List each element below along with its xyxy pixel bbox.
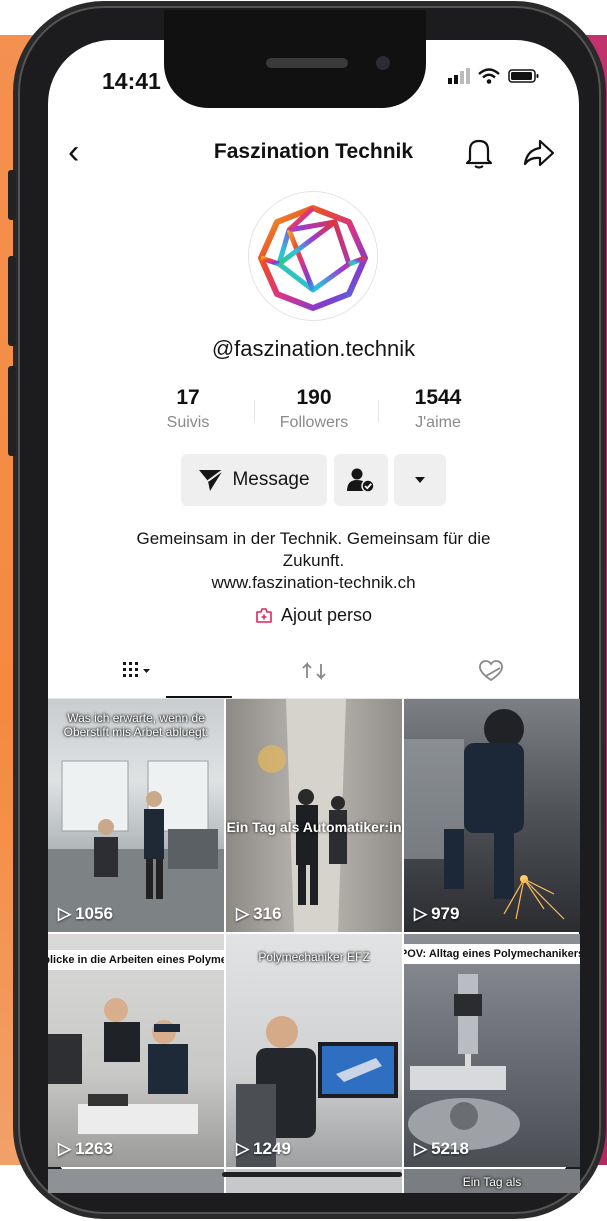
repost-icon	[301, 661, 326, 681]
video-caption: POV: Alltag eines Polymechanikers	[404, 944, 580, 964]
speaker-grille	[266, 58, 348, 68]
play-icon: ▷	[236, 1139, 250, 1158]
ajout-perso-label: Ajout perso	[280, 605, 373, 625]
tab-videos[interactable]	[48, 658, 225, 689]
view-count: ▷ 1249	[236, 1139, 291, 1159]
view-count: ▷ 5218	[414, 1139, 469, 1159]
video-caption: Ein Tag als Automatiker:in	[226, 819, 402, 835]
video-caption: Einblicke in die Arbeiten eines Polymech…	[48, 950, 224, 970]
thumbnail-scene	[236, 1016, 398, 1167]
ajout-perso-button[interactable]: Ajout perso	[48, 605, 579, 626]
caret-down-icon	[415, 477, 425, 483]
stat-following-value: 17	[176, 386, 200, 409]
video-thumbnail[interactable]: Ein Tag als	[404, 1169, 580, 1193]
view-count: ▷ 979	[414, 904, 459, 924]
view-count: ▷ 316	[236, 904, 281, 924]
wifi-icon	[478, 68, 500, 84]
tab-liked[interactable]	[402, 658, 579, 689]
video-caption: Ein Tag als	[462, 1175, 522, 1189]
thumbnail-scene	[404, 709, 565, 920]
home-indicator[interactable]	[222, 1172, 402, 1177]
content-tabs	[48, 652, 579, 699]
video-caption: Polymechaniker EFZ	[258, 950, 370, 964]
more-options-button[interactable]	[394, 454, 446, 506]
view-count-value: 1056	[75, 904, 113, 923]
bio: Gemeinsam in der Technik. Gemeinsam für …	[48, 528, 579, 594]
phone-volume-down	[8, 366, 16, 456]
send-icon	[199, 469, 225, 491]
stat-likes-value: 1544	[414, 386, 462, 409]
message-button-label: Message	[232, 469, 310, 490]
thumbnail-scene	[258, 699, 347, 932]
phone-notch	[164, 10, 426, 108]
stat-likes[interactable]: 1544 J'aime	[378, 386, 498, 432]
view-count: ▷ 1056	[58, 904, 113, 924]
video-thumbnail[interactable]: Was ich erwarte, wenn de Oberstift mis A…	[48, 699, 224, 932]
video-thumbnail[interactable]: Ein Tag als Automatiker:in ▷ 316	[226, 699, 402, 932]
username: @faszination.technik	[211, 336, 416, 361]
video-thumbnail[interactable]: ▷ 979	[404, 699, 580, 932]
play-icon: ▷	[414, 904, 428, 923]
front-camera	[376, 56, 390, 70]
bio-line: Gemeinsam in der Technik. Gemeinsam für …	[136, 529, 491, 548]
status-icons	[448, 68, 540, 84]
phone-mute-switch	[8, 170, 16, 220]
play-icon: ▷	[414, 1139, 428, 1158]
stat-followers-label: Followers	[279, 414, 349, 431]
view-count-value: 1249	[253, 1139, 291, 1158]
play-icon: ▷	[58, 904, 72, 923]
stat-following-label: Suivis	[166, 414, 210, 431]
stat-likes-label: J'aime	[415, 414, 461, 431]
website-link[interactable]: www.faszination-technik.ch	[48, 572, 579, 594]
liked-hidden-icon	[478, 660, 503, 682]
video-thumbnail[interactable]: POV: Alltag eines Polymechanikers ▷ 5218	[404, 934, 580, 1167]
view-count: ▷ 1263	[58, 1139, 113, 1159]
stat-following[interactable]: 17 Suivis	[128, 386, 248, 432]
page-title: Faszination Technik	[213, 140, 414, 163]
tab-reposts[interactable]	[225, 658, 402, 689]
view-count-value: 5218	[431, 1139, 469, 1158]
battery-icon	[508, 69, 539, 83]
play-icon: ▷	[58, 1139, 72, 1158]
play-icon: ▷	[236, 904, 250, 923]
thumbnail-scene	[408, 974, 520, 1150]
bell-icon[interactable]	[464, 136, 494, 170]
status-time: 14:41	[102, 68, 161, 94]
share-icon[interactable]	[522, 136, 556, 170]
bio-line: Zukunft.	[282, 551, 345, 570]
video-thumbnail[interactable]: Polymechaniker EFZ ▷ 1249	[226, 934, 402, 1167]
grid-icon	[122, 662, 150, 677]
message-button[interactable]: Message	[181, 454, 327, 506]
stat-followers-value: 190	[296, 386, 332, 409]
phone-volume-up	[8, 256, 16, 346]
logo-icon	[258, 205, 368, 311]
plus-box-icon	[256, 608, 272, 623]
view-count-value: 1263	[75, 1139, 113, 1158]
follow-status-button[interactable]	[334, 454, 388, 506]
video-thumbnail[interactable]: Einblicke in die Arbeiten eines Polymech…	[48, 934, 224, 1167]
view-count-value: 979	[431, 904, 460, 923]
stat-followers[interactable]: 190 Followers	[254, 386, 374, 432]
user-check-icon	[347, 468, 375, 493]
video-caption: Was ich erwarte, wenn de Oberstift mis A…	[63, 711, 209, 739]
signal-icon	[448, 68, 470, 84]
avatar[interactable]	[249, 192, 377, 320]
profile-header: ‹ Faszination Technik	[48, 134, 579, 174]
active-tab-indicator	[166, 696, 232, 698]
view-count-value: 316	[253, 904, 282, 923]
video-thumbnail[interactable]	[48, 1169, 224, 1193]
